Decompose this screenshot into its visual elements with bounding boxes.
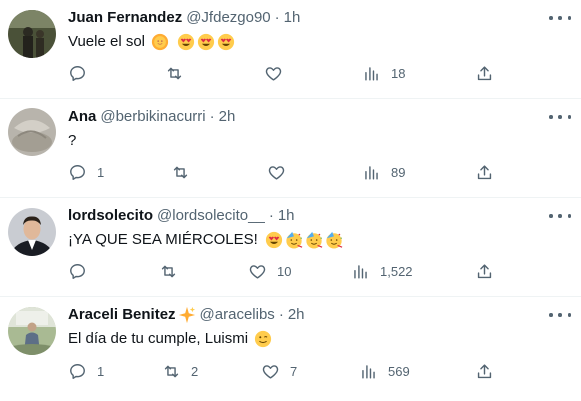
more-options-button[interactable] [549, 109, 571, 125]
heart-icon [268, 165, 285, 180]
avatar[interactable] [8, 208, 56, 256]
separator-dot: · [278, 306, 284, 323]
tweet-text-content: ? [68, 132, 77, 149]
sparkles-emoji [178, 306, 195, 324]
share-button[interactable] [475, 63, 494, 83]
heart-eyes-emoji [177, 33, 195, 51]
partying-face-emoji [286, 231, 303, 249]
tweet-text: Vuele el sol [68, 32, 235, 52]
user-handle[interactable]: @berbikinacurri [100, 107, 205, 127]
separator-dot: · [274, 9, 280, 26]
timestamp[interactable]: 2h [288, 305, 305, 325]
user-handle[interactable]: @lordsolecito__ [157, 206, 265, 226]
tweet-juan-fernandez[interactable]: Juan Fernandez @Jfdezgo90 · 1h Vuele el … [0, 0, 581, 99]
more-options-button[interactable] [549, 307, 571, 323]
reply-icon [70, 363, 85, 379]
more-options-button[interactable] [549, 10, 571, 26]
avatar[interactable] [8, 307, 56, 355]
display-name[interactable]: lordsolecito [68, 206, 153, 226]
tweet-text-content: Vuele el sol [68, 33, 145, 50]
partying-face-emoji [306, 231, 323, 249]
analytics-icon [365, 66, 378, 81]
user-handle[interactable]: @Jfdezgo90 [186, 8, 270, 28]
avatar[interactable] [8, 108, 56, 156]
share-icon [477, 164, 492, 179]
separator-dot: · [209, 108, 215, 125]
winking-face-emoji [254, 330, 272, 348]
display-name[interactable]: Ana [68, 107, 96, 127]
reply-button[interactable] [68, 63, 97, 83]
analytics-icon [354, 264, 367, 279]
retweet-button[interactable] [171, 162, 200, 182]
heart-eyes-emoji [265, 231, 282, 249]
share-icon [477, 65, 492, 80]
timestamp[interactable]: 1h [278, 206, 295, 226]
share-icon [477, 363, 492, 378]
heart-icon [249, 264, 266, 279]
heart-eyes-emoji [217, 33, 235, 51]
tweet-text: ? [68, 131, 76, 151]
reply-count: 1 [97, 164, 105, 180]
reply-icon [70, 263, 85, 279]
like-button[interactable] [267, 162, 296, 182]
retweet-icon [161, 265, 176, 277]
tweet-text-content: El día de tu cumple, Luismi [68, 330, 249, 347]
display-name[interactable]: Araceli Benitez [68, 305, 176, 325]
tweet-ana[interactable]: Ana @berbikinacurri · 2h ? 1 89 [0, 99, 581, 198]
heart-icon [265, 66, 282, 81]
views-count: 89 [391, 164, 406, 180]
views-count: 569 [388, 363, 410, 379]
timestamp[interactable]: 1h [284, 8, 301, 28]
heart-eyes-emoji [197, 33, 215, 51]
share-button[interactable] [475, 162, 494, 182]
retweet-button[interactable] [165, 63, 194, 83]
tweet-text: ¡YA QUE SEA MIÉRCOLES! [68, 230, 343, 250]
reply-icon [70, 164, 85, 180]
views-count: 18 [391, 65, 406, 81]
like-button[interactable]: 10 [248, 261, 291, 281]
timestamp[interactable]: 2h [219, 107, 236, 127]
retweet-icon [173, 166, 188, 178]
display-name[interactable]: Juan Fernandez [68, 8, 182, 28]
reply-button[interactable] [68, 261, 97, 281]
separator-dot: · [268, 207, 274, 224]
reply-button[interactable]: 1 [68, 162, 104, 182]
retweet-button[interactable] [159, 261, 188, 281]
like-count: 7 [290, 363, 298, 379]
tweet-araceli-benitez[interactable]: Araceli Benitez @aracelibs · 2h El día d… [0, 297, 581, 400]
views-button[interactable]: 1,522 [351, 261, 413, 281]
avatar[interactable] [8, 10, 56, 58]
views-button[interactable]: 18 [362, 63, 405, 83]
views-button[interactable]: 569 [359, 361, 410, 381]
share-button[interactable] [475, 361, 494, 381]
retweet-count: 2 [191, 363, 199, 379]
tweet-text: El día de tu cumple, Luismi [68, 329, 272, 349]
share-icon [477, 263, 492, 278]
like-button[interactable] [264, 63, 293, 83]
views-count: 1,522 [380, 263, 413, 279]
partying-face-emoji [326, 231, 343, 249]
retweet-icon [164, 365, 179, 377]
retweet-icon [167, 67, 182, 79]
heart-icon [262, 364, 279, 379]
sun-emoji [151, 33, 169, 51]
analytics-icon [362, 364, 375, 379]
share-button[interactable] [475, 261, 494, 281]
tweet-text-content: ¡YA QUE SEA MIÉRCOLES! [68, 231, 258, 248]
more-options-button[interactable] [549, 208, 571, 224]
reply-count: 1 [97, 363, 105, 379]
reply-button[interactable]: 1 [68, 361, 104, 381]
like-button[interactable]: 7 [261, 361, 297, 381]
analytics-icon [365, 165, 378, 180]
views-button[interactable]: 89 [362, 162, 405, 182]
like-count: 10 [277, 263, 292, 279]
user-handle[interactable]: @aracelibs [200, 305, 275, 325]
reply-icon [70, 65, 85, 81]
tweet-lordsolecito[interactable]: lordsolecito @lordsolecito__ · 1h ¡YA QU… [0, 198, 581, 297]
retweet-button[interactable]: 2 [162, 361, 198, 381]
